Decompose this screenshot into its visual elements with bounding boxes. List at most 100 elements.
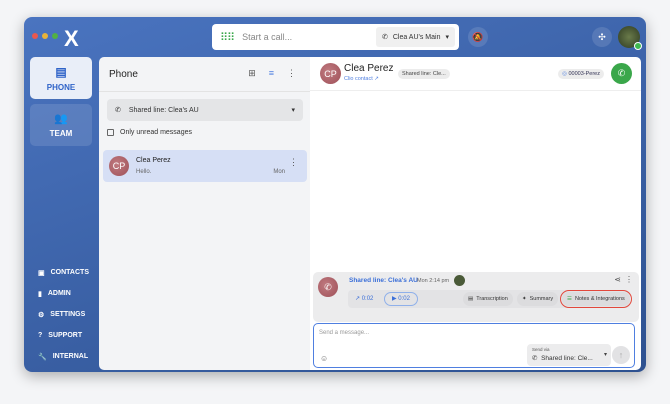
gear-icon: ⚙ [38, 311, 44, 319]
call-time: Mon 2:14 pm [417, 278, 449, 284]
conversation-preview: Hello. [136, 169, 151, 175]
chevron-down-icon: ▾ [445, 33, 449, 41]
nav-label: SETTINGS [50, 311, 85, 318]
contact-name: Clea Perez [344, 63, 393, 74]
checkbox-box[interactable] [107, 129, 114, 136]
nav-settings[interactable]: ⚙ SETTINGS [38, 309, 89, 320]
duration-label: 0:02 [362, 296, 374, 302]
clio-contact-link[interactable]: Clio contact ↗ [344, 76, 379, 82]
summary-button[interactable]: ✦Summary [517, 292, 558, 306]
minimize-dot[interactable] [42, 33, 48, 39]
call-log-message: ✆ Shared line: Clea's AU Mon 2:14 pm ⋖ ⋮… [313, 272, 639, 322]
playback-label: 0:02 [398, 296, 410, 302]
outgoing-call-icon: ↗ [355, 296, 360, 302]
shared-line-chip: Shared line: Cle... [398, 69, 450, 79]
app-logo: X [64, 26, 79, 52]
send-button[interactable]: ↑ [612, 346, 630, 364]
call-button[interactable]: ✆ [611, 63, 632, 84]
notes-label: Notes & Integrations [575, 296, 625, 302]
transcription-button[interactable]: ▤Transcription [463, 292, 513, 306]
chat-icon: ▤ [55, 65, 66, 79]
notifications-off-button[interactable]: 🔕 [468, 27, 488, 47]
contact-avatar: CP [320, 63, 341, 84]
call-icon: ✆ [318, 277, 338, 297]
help-icon: ? [38, 332, 42, 339]
nav-label: CONTACTS [51, 269, 89, 276]
close-dot[interactable] [32, 33, 38, 39]
nav-admin[interactable]: ▮ ADMIN [38, 288, 89, 299]
call-line[interactable]: Shared line: Clea's AU [349, 277, 418, 284]
nav-label: INTERNAL [53, 353, 88, 360]
matter-label: 00003-Perez [569, 71, 601, 77]
user-avatar[interactable] [618, 26, 640, 48]
new-message-icon[interactable]: ⊞ [248, 68, 256, 79]
team-icon: 👥 [54, 112, 68, 125]
checkbox-label: Only unread messages [120, 129, 192, 136]
summary-label: Summary [530, 296, 554, 302]
conversation-view: CP Clea Perez Clio contact ↗ Shared line… [310, 57, 641, 370]
nav-internal[interactable]: 🔧 INTERNAL [38, 351, 89, 362]
outgoing-duration: ↗ 0:02 [355, 295, 373, 302]
phone-icon: ✆ [115, 106, 121, 114]
document-icon: ▤ [468, 296, 473, 302]
sparkle-icon: ✦ [522, 296, 527, 302]
more-icon[interactable]: ⋮ [287, 68, 296, 79]
nav-phone-label: PHONE [47, 83, 75, 92]
more-icon[interactable]: ⋮ [289, 157, 298, 168]
nav-support[interactable]: ?SUPPORT [38, 330, 89, 341]
nav-label: ADMIN [48, 290, 71, 297]
online-status [634, 42, 642, 50]
bar-chart-icon: ▮ [38, 290, 42, 298]
filter-icon[interactable]: ≡ [269, 68, 274, 79]
divider [99, 91, 310, 92]
matter-chip[interactable]: ◎ 00003-Perez [558, 69, 604, 79]
phone-icon: ✆ [532, 355, 537, 362]
notes-check-icon: ☰ [567, 296, 572, 302]
conversation-header: CP Clea Perez Clio contact ↗ Shared line… [310, 57, 641, 91]
phone-icon: ✆ [618, 68, 626, 79]
more-icon[interactable]: ⋮ [625, 275, 633, 284]
dialpad-icon[interactable]: ⠿⠿ [220, 31, 234, 44]
maximize-dot[interactable] [52, 33, 58, 39]
nav-team-label: TEAM [50, 129, 73, 138]
user-avatar [454, 275, 465, 286]
arrow-up-icon: ↑ [619, 350, 624, 360]
window-controls[interactable] [32, 33, 58, 39]
start-call-input[interactable]: Start a call... [242, 32, 376, 42]
external-link-icon: ↗ [374, 76, 379, 82]
send-via-select[interactable]: Send via ✆ Shared line: Cle... ▾ [527, 344, 611, 366]
message-composer: Send a message... ☺ Send via ✆ Shared li… [313, 323, 635, 368]
contact-avatar: CP [109, 156, 129, 176]
contacts-icon: ▣ [38, 269, 45, 277]
transcription-label: Transcription [476, 296, 508, 302]
nav-phone[interactable]: ▤ PHONE [30, 57, 92, 99]
emoji-icon[interactable]: ☺ [320, 354, 328, 363]
play-icon: ▶ [392, 296, 397, 302]
line-filter-select[interactable]: ✆ Shared line: Clea's AU ▾ [107, 99, 303, 121]
matter-icon: ◎ [562, 71, 567, 77]
message-input[interactable]: Send a message... [319, 330, 369, 336]
wrench-icon: 🔧 [38, 353, 47, 361]
line-label: Clea AU's Main [393, 34, 441, 41]
nav-contacts[interactable]: ▣ CONTACTS [38, 267, 89, 278]
line-filter-value: Shared line: Clea's AU [129, 107, 284, 114]
phone-panel: Phone ⊞ ≡ ⋮ ✆ Shared line: Clea's AU ▾ Onl… [99, 57, 310, 370]
conversation-time: Mon [273, 169, 285, 175]
play-recording-button[interactable]: ▶ 0:02 [384, 292, 418, 306]
phone-icon: ✆ [382, 33, 388, 41]
chevron-down-icon: ▾ [291, 106, 295, 114]
conversation-item[interactable]: CP Clea Perez Hello. Mon ⋮ [103, 150, 307, 182]
clio-link-label: Clio contact [344, 76, 373, 82]
notes-integrations-button[interactable]: ☰Notes & Integrations [562, 292, 630, 306]
collapse-button[interactable]: ✣ [592, 27, 612, 47]
conversation-name: Clea Perez [136, 157, 171, 164]
collapse-icon: ✣ [598, 32, 606, 43]
share-icon[interactable]: ⋖ [614, 275, 621, 284]
line-selector[interactable]: ✆ Clea AU's Main ▾ [376, 27, 455, 47]
send-via-value: ✆ Shared line: Cle... [532, 354, 593, 362]
send-via-text: Shared line: Cle... [541, 355, 593, 362]
nav-team[interactable]: 👥 TEAM [30, 104, 92, 146]
call-bar: ⠿⠿ Start a call... ✆ Clea AU's Main ▾ [212, 24, 459, 50]
unread-checkbox[interactable]: Only unread messages [107, 129, 192, 136]
panel-title: Phone [109, 69, 138, 80]
